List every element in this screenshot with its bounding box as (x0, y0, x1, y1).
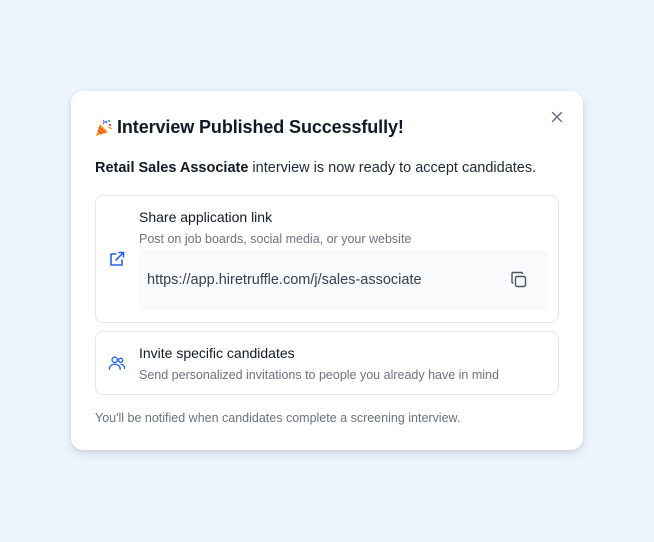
share-link-title: Share application link (139, 209, 273, 225)
application-link-url[interactable]: https://app.hiretruffle.com/j/sales-asso… (147, 272, 422, 288)
users-icon (108, 354, 126, 372)
external-link-icon (108, 250, 126, 268)
share-link-card: Share application link Post on job board… (95, 195, 559, 323)
close-button[interactable] (549, 109, 565, 125)
invite-candidates-description: Send personalized invitations to people … (139, 368, 499, 382)
subtitle-text: interview is now ready to accept candida… (248, 160, 537, 176)
copy-link-button[interactable] (510, 271, 528, 289)
interview-name: Retail Sales Associate (95, 160, 249, 176)
dialog-subtitle: Retail Sales Associate interview is now … (95, 160, 563, 176)
publish-success-dialog: Interview Published Successfully! Retail… (71, 91, 583, 450)
notification-note: You'll be notified when candidates compl… (95, 411, 461, 425)
dialog-title-text: Interview Published Successfully! (117, 117, 404, 137)
dialog-title: Interview Published Successfully! (94, 117, 523, 138)
copy-icon (511, 271, 527, 288)
party-popper-icon (94, 118, 114, 138)
invite-candidates-card[interactable]: Invite specific candidates Send personal… (95, 331, 559, 395)
close-icon (551, 111, 563, 123)
application-link-box: https://app.hiretruffle.com/j/sales-asso… (139, 250, 548, 310)
invite-candidates-title: Invite specific candidates (139, 345, 295, 361)
share-link-description: Post on job boards, social media, or you… (139, 232, 412, 246)
